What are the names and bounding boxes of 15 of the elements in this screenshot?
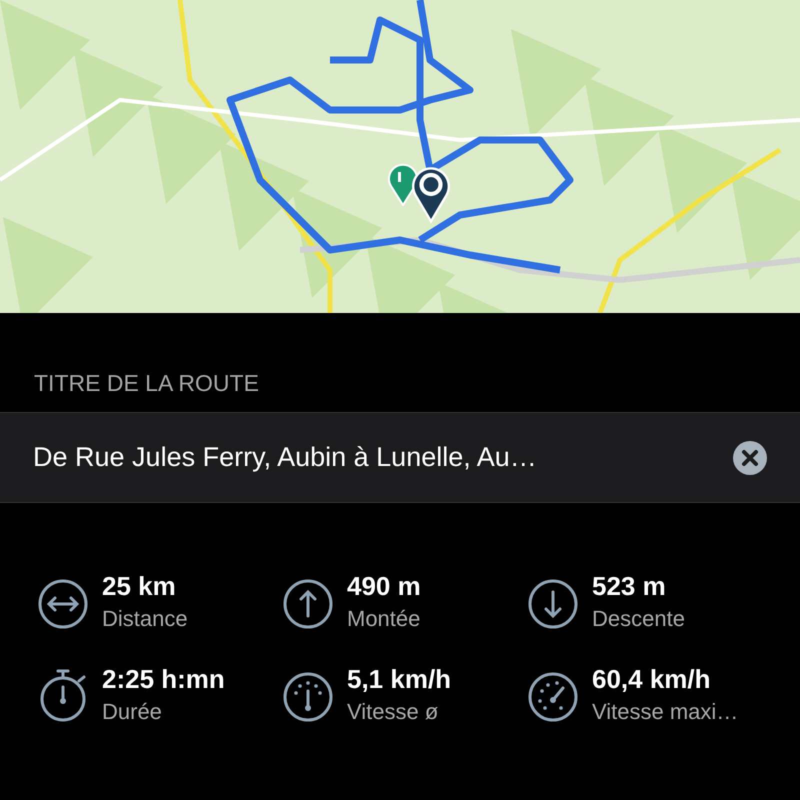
stat-value: 5,1 km/h [347, 664, 452, 695]
stat-value: 490 m [347, 571, 421, 602]
clear-button[interactable] [732, 440, 768, 476]
stat-label: Vitesse maxi… [592, 699, 738, 725]
stat-label: Descente [592, 606, 685, 632]
stat-label: Vitesse ø [347, 699, 440, 725]
stat-value: 60,4 km/h [592, 664, 712, 695]
section-label: TITRE DE LA ROUTE [33, 369, 260, 398]
stat-value: 25 km [102, 571, 177, 602]
stat-label: Montée [347, 606, 421, 632]
route-title-field[interactable]: De Rue Jules Ferry, Aubin à Lunelle, Au… [0, 412, 800, 503]
stat-value: 2:25 h:mn [102, 664, 225, 695]
stat-value: 523 m [592, 571, 667, 602]
stat-label: Distance [102, 606, 188, 632]
stat-label: Durée [102, 699, 163, 725]
